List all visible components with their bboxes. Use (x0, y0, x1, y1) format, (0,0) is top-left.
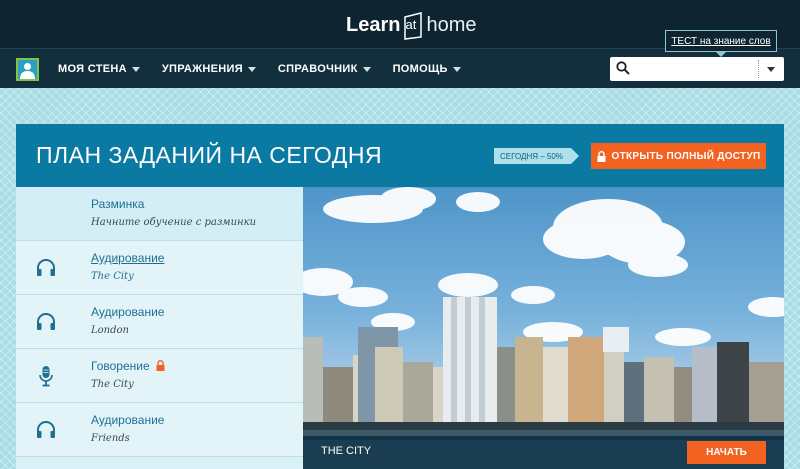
headphones-icon (37, 312, 55, 330)
chevron-down-icon (362, 66, 371, 72)
nav-reference[interactable]: СПРАВОЧНИК (278, 63, 371, 75)
task-subtitle: Начните обучение с разминки (91, 217, 257, 228)
lesson-caption-bar: THE CITY НАЧАТЬ (303, 436, 784, 469)
task-listening-london[interactable]: Аудирование London (16, 295, 303, 349)
headphones-icon (37, 258, 55, 276)
nav-my-wall-label: МОЯ СТЕНА (58, 63, 127, 75)
search-divider (758, 60, 759, 78)
task-title-text: Говорение (91, 359, 150, 373)
start-button[interactable]: НАЧАТЬ (687, 441, 766, 464)
nav-reference-label: СПРАВОЧНИК (277, 63, 358, 75)
city-skyline-illustration (303, 187, 784, 440)
logo-at-badge: at (401, 11, 425, 40)
chevron-down-icon (247, 66, 256, 72)
nav-my-wall[interactable]: МОЯ СТЕНА (58, 63, 140, 75)
task-subtitle: The City (91, 379, 134, 390)
task-listening-the-city[interactable]: Аудирование The City (16, 241, 303, 295)
user-icon (20, 63, 35, 79)
chevron-down-icon (452, 66, 461, 72)
task-icon-slot (16, 241, 76, 294)
avatar[interactable] (16, 58, 39, 81)
page-title: ПЛАН ЗАДАНИЙ НА СЕГОДНЯ (36, 142, 383, 168)
task-subtitle: The City (91, 271, 134, 282)
microphone-icon (39, 365, 53, 386)
task-warmup[interactable]: Разминка Начните обучение с разминки (16, 187, 303, 241)
task-list: Разминка Начните обучение с разминки Ауд… (16, 187, 303, 469)
daily-plan-panel: ПЛАН ЗАДАНИЙ НА СЕГОДНЯ СЕГОДНЯ – 50% ОТ… (16, 124, 784, 469)
search-input[interactable] (636, 59, 756, 79)
main-nav: МОЯ СТЕНА УПРАЖНЕНИЯ СПРАВОЧНИК ПОМОЩЬ (58, 49, 483, 89)
task-icon-slot (16, 295, 76, 348)
full-access-label: ОТКРЫТЬ ПОЛНЫЙ ДОСТУП (611, 150, 761, 162)
logo-at: at (405, 17, 417, 32)
task-subtitle: Friends (91, 433, 130, 444)
nav-exercises-label: УПРАЖНЕНИЯ (161, 63, 243, 75)
nav-help[interactable]: ПОМОЩЬ (393, 63, 461, 75)
lock-icon (156, 360, 165, 371)
vocabulary-test-link[interactable]: ТЕСТ на знание слов (665, 30, 777, 57)
task-icon-slot (16, 187, 76, 240)
task-icon-slot (16, 349, 76, 402)
task-title: Аудирование (91, 413, 165, 427)
logo-home: home (426, 13, 477, 36)
lesson-title: THE CITY (321, 445, 372, 457)
task-speaking-the-city[interactable]: Говорение The City (16, 349, 303, 403)
progress-badge: СЕГОДНЯ – 50% (494, 148, 579, 164)
task-title: Разминка (91, 197, 145, 211)
task-title: Говорение (91, 359, 165, 373)
chevron-down-icon (131, 66, 140, 72)
logo-learn: Learn (346, 13, 401, 36)
task-listening-friends[interactable]: Аудирование Friends (16, 403, 303, 457)
lock-icon (597, 150, 606, 162)
search-dropdown-icon[interactable] (767, 67, 775, 72)
lesson-preview-image: THE CITY НАЧАТЬ (303, 187, 784, 469)
task-title[interactable]: Аудирование (91, 251, 164, 265)
task-subtitle: London (91, 325, 129, 336)
nav-exercises[interactable]: УПРАЖНЕНИЯ (162, 63, 256, 75)
headphones-icon (37, 420, 55, 438)
nav-help-label: ПОМОЩЬ (392, 63, 448, 75)
search-icon[interactable] (616, 61, 630, 75)
task-icon-slot (16, 403, 76, 456)
logo[interactable]: Learn at home (346, 10, 477, 40)
panel-header: ПЛАН ЗАДАНИЙ НА СЕГОДНЯ СЕГОДНЯ – 50% ОТ… (16, 124, 784, 187)
full-access-button[interactable]: ОТКРЫТЬ ПОЛНЫЙ ДОСТУП (591, 143, 766, 169)
task-title: Аудирование (91, 305, 165, 319)
